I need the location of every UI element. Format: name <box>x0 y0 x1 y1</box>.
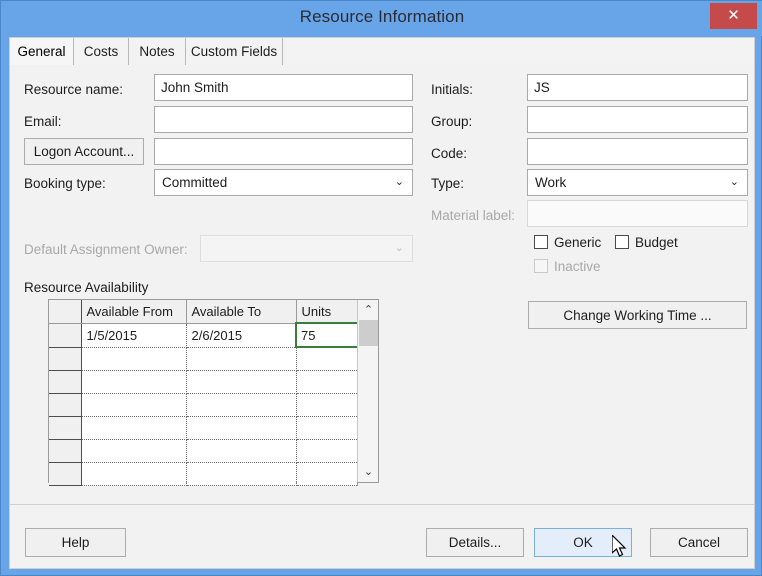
checkbox-box <box>534 235 548 249</box>
cell-units[interactable] <box>296 416 358 440</box>
dialog-title: Resource Information <box>299 7 465 26</box>
type-label: Type: <box>431 176 465 191</box>
cell-available-to[interactable] <box>186 393 297 417</box>
logon-account-input[interactable] <box>154 138 413 165</box>
type-value: Work <box>535 175 567 190</box>
cell-available-to[interactable] <box>186 370 297 394</box>
resource-name-input[interactable] <box>154 74 413 101</box>
tab-strip: General Costs Notes Custom Fields <box>9 37 755 66</box>
material-label-label: Material label: <box>431 208 516 223</box>
default-assignment-owner-select: ⌄ <box>200 235 413 262</box>
logon-account-button[interactable]: Logon Account... <box>24 138 144 165</box>
cell-available-from[interactable] <box>81 347 187 371</box>
cell-units[interactable] <box>296 370 358 394</box>
group-label: Group: <box>431 114 473 129</box>
cell-available-from[interactable] <box>81 416 187 440</box>
tab-notes[interactable]: Notes <box>129 38 186 66</box>
cell-units[interactable] <box>296 439 358 463</box>
table-row[interactable] <box>49 393 358 417</box>
cell-units[interactable] <box>296 393 358 417</box>
ok-button[interactable]: OK <box>534 528 632 557</box>
cell-units[interactable] <box>296 347 358 371</box>
cell-available-to[interactable] <box>186 416 297 440</box>
table-row[interactable] <box>49 370 358 394</box>
cell-available-from[interactable]: 1/5/2015 <box>81 323 187 348</box>
row-selector[interactable] <box>49 323 82 348</box>
cell-units[interactable] <box>296 462 358 486</box>
chevron-down-icon: ⌄ <box>394 176 404 188</box>
type-select[interactable]: Work ⌄ <box>527 169 748 196</box>
table-row[interactable] <box>49 416 358 440</box>
help-button[interactable]: Help <box>25 528 126 557</box>
table-header-row: Available From Available To Units <box>49 300 358 324</box>
col-available-to[interactable]: Available To <box>186 300 297 324</box>
cancel-button[interactable]: Cancel <box>650 528 748 557</box>
scrollbar-thumb[interactable] <box>359 320 378 346</box>
col-available-from[interactable]: Available From <box>81 300 187 324</box>
table-row[interactable]: 1/5/2015 2/6/2015 75 <box>49 322 358 348</box>
code-label: Code: <box>431 146 468 161</box>
col-units[interactable]: Units <box>296 300 358 324</box>
resource-availability-title: Resource Availability <box>24 280 149 295</box>
scroll-up-icon[interactable]: ⌃ <box>358 301 379 319</box>
cell-units-selected[interactable]: 75 <box>295 322 358 348</box>
availability-scrollbar[interactable]: ⌃ ⌄ <box>357 300 378 482</box>
scroll-down-icon[interactable]: ⌄ <box>358 463 379 481</box>
dialog-footer: Help Details... OK Cancel <box>9 505 755 569</box>
group-input[interactable] <box>527 106 748 133</box>
email-input[interactable] <box>154 106 413 133</box>
row-selector[interactable] <box>49 439 82 463</box>
row-selector[interactable] <box>49 370 82 394</box>
change-working-time-button[interactable]: Change Working Time ... <box>528 301 747 329</box>
inactive-checkbox: Inactive <box>534 259 601 274</box>
inactive-checkbox-label: Inactive <box>554 259 601 274</box>
chevron-down-icon: ⌄ <box>394 242 404 254</box>
booking-type-label: Booking type: <box>24 176 106 191</box>
tab-custom-fields[interactable]: Custom Fields <box>186 38 283 66</box>
table-row[interactable] <box>49 462 358 486</box>
checkbox-box <box>615 235 629 249</box>
row-selector[interactable] <box>49 347 82 371</box>
default-assignment-owner-label: Default Assignment Owner: <box>24 242 188 257</box>
material-label-input <box>527 200 748 227</box>
generic-checkbox-label: Generic <box>554 235 602 250</box>
tab-costs[interactable]: Costs <box>74 38 129 66</box>
cell-available-from[interactable] <box>81 439 187 463</box>
checkbox-box <box>534 259 548 273</box>
resource-name-label: Resource name: <box>24 82 124 97</box>
budget-checkbox[interactable]: Budget <box>615 235 678 250</box>
booking-type-value: Committed <box>162 175 228 190</box>
cell-available-to[interactable] <box>186 347 297 371</box>
row-selector[interactable] <box>49 393 82 417</box>
general-tab-panel: Resource name: Email: Logon Account... B… <box>9 65 755 505</box>
cell-available-to[interactable] <box>186 439 297 463</box>
generic-checkbox[interactable]: Generic <box>534 235 601 250</box>
row-selector-header <box>49 300 82 324</box>
table-row[interactable] <box>49 439 358 463</box>
budget-checkbox-label: Budget <box>635 235 678 250</box>
details-button[interactable]: Details... <box>426 528 524 557</box>
cell-available-from[interactable] <box>81 393 187 417</box>
availability-grid: Available From Available To Units 1/5/20… <box>49 300 358 486</box>
close-icon[interactable]: ✕ <box>710 3 757 29</box>
chevron-down-icon: ⌄ <box>729 176 739 188</box>
tab-general[interactable]: General <box>10 38 74 66</box>
cell-available-to[interactable]: 2/6/2015 <box>186 323 297 348</box>
cell-available-from[interactable] <box>81 462 187 486</box>
row-selector[interactable] <box>49 462 82 486</box>
resource-information-dialog: Resource Information ✕ General Costs Not… <box>0 0 762 576</box>
booking-type-select[interactable]: Committed ⌄ <box>154 169 413 196</box>
cell-available-to[interactable] <box>186 462 297 486</box>
table-row[interactable] <box>49 347 358 371</box>
resource-availability-table: Available From Available To Units 1/5/20… <box>48 299 379 486</box>
initials-label: Initials: <box>431 82 474 97</box>
initials-input[interactable] <box>527 74 748 101</box>
title-bar: Resource Information ✕ <box>1 1 762 36</box>
email-label: Email: <box>24 114 62 129</box>
code-input[interactable] <box>527 138 748 165</box>
cell-available-from[interactable] <box>81 370 187 394</box>
row-selector[interactable] <box>49 416 82 440</box>
